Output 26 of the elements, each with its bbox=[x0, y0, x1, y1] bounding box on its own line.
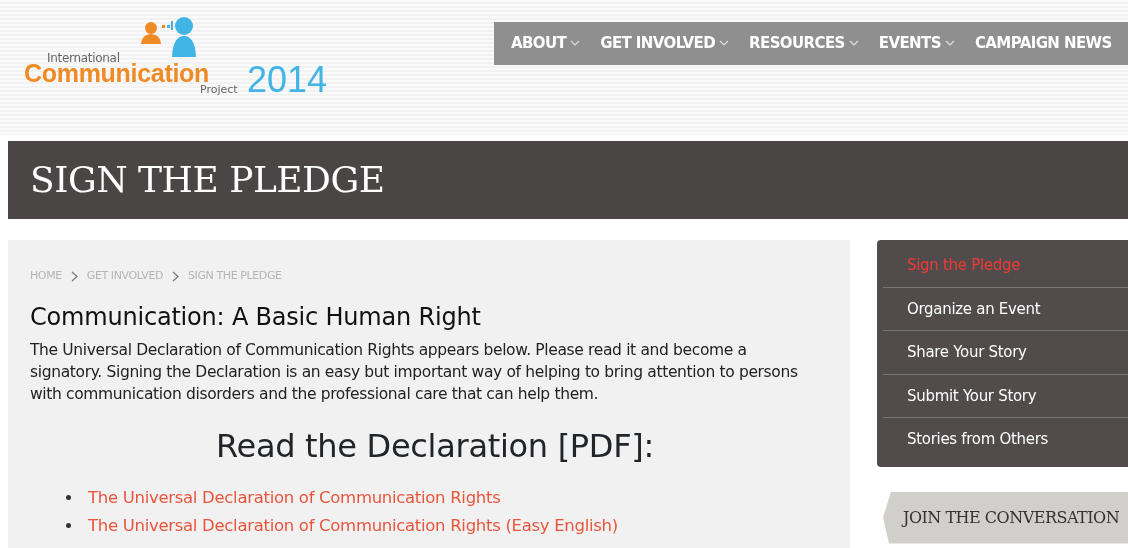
breadcrumb-link[interactable]: GET INVOLVED bbox=[86, 268, 163, 285]
nav-link-item[interactable]: RESOURCES bbox=[749, 32, 859, 55]
nav-link-item[interactable]: EVENTS bbox=[878, 32, 955, 55]
breadcrumb-link[interactable]: HOME bbox=[30, 268, 62, 285]
intro-paragraph: The Universal Declaration of Communication Rights appears below. Please read it and become a signatory. Signing the Declaration is an easy but important way of helping to bring attention to persons with communication disorders and the professional care that can help them. bbox=[30, 340, 799, 406]
nav-link-item[interactable]: CAMPAIGN NEWS bbox=[974, 32, 1112, 55]
sidebar-item[interactable]: Stories from Others bbox=[883, 418, 1128, 461]
bullet-icon bbox=[66, 495, 71, 501]
page-title: SIGN THE PLEDGE bbox=[30, 158, 385, 202]
nav-link-item[interactable]: GET INVOLVED bbox=[600, 32, 730, 55]
section-heading: Communication: A Basic Human Right bbox=[30, 302, 482, 332]
chevron-icon bbox=[70, 270, 78, 282]
sidebar-item[interactable]: Share Your Story bbox=[883, 331, 1128, 375]
sidebar-item[interactable]: Submit Your Story bbox=[883, 374, 1128, 418]
declaration-link[interactable]: The Universal Declaration of Communication Rights (Easy English) bbox=[88, 511, 618, 540]
logo-text: Project bbox=[200, 82, 238, 98]
chevron-icon bbox=[172, 270, 179, 282]
sidebar-item[interactable]: Sign the Pledge bbox=[883, 244, 1128, 288]
bullet-icon bbox=[66, 523, 71, 529]
logo-year: 2014 bbox=[247, 60, 328, 100]
nav-link-item[interactable]: ABOUT bbox=[511, 32, 581, 55]
join-conversation-button[interactable]: JOIN THE CONVERSATION bbox=[883, 491, 1128, 544]
subheading: Read the Declaration [PDF]: bbox=[215, 427, 655, 466]
sidebar-item[interactable]: Organize an Event bbox=[883, 287, 1128, 331]
declaration-link[interactable]: The Universal Declaration of Communication Rights bbox=[88, 483, 501, 512]
breadcrumb-current: SIGN THE PLEDGE bbox=[188, 268, 282, 284]
